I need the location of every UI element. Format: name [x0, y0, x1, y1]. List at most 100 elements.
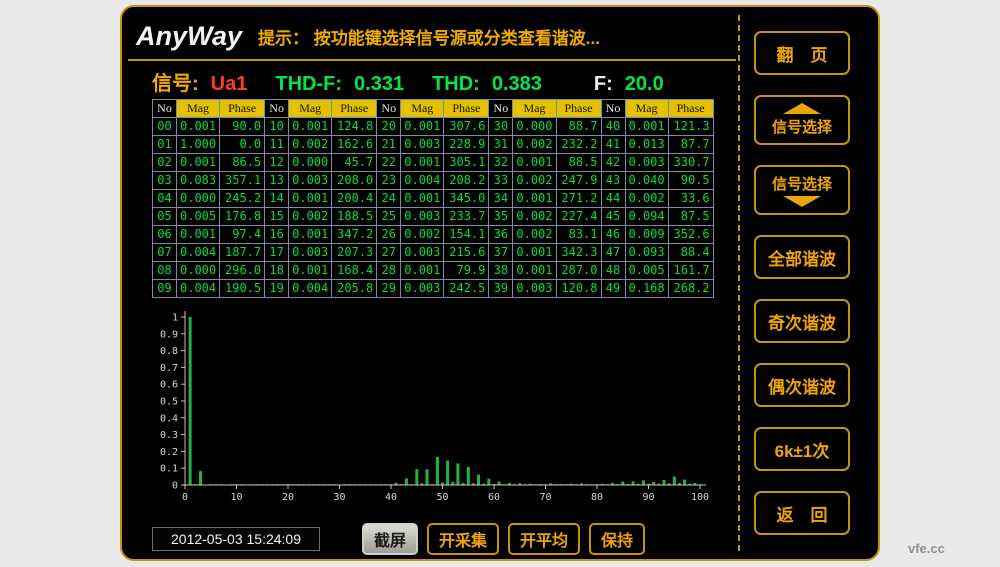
cell-phase: 187.7	[220, 244, 265, 262]
cell-no: 25	[377, 208, 401, 226]
cell-no: 01	[153, 136, 177, 154]
cell-no: 49	[601, 280, 625, 298]
cell-no: 31	[489, 136, 513, 154]
svg-text:0: 0	[182, 492, 188, 503]
cell-mag: 0.003	[401, 136, 444, 154]
svg-text:0.7: 0.7	[160, 363, 178, 374]
cell-no: 02	[153, 154, 177, 172]
svg-text:1: 1	[172, 313, 178, 324]
start-averaging-button[interactable]: 开平均	[508, 523, 580, 555]
cell-no: 41	[601, 136, 625, 154]
signal-select-up-label: 信号选择	[772, 116, 832, 137]
cell-no: 08	[153, 262, 177, 280]
brand-logo: AnyWay	[136, 21, 258, 52]
cell-phase: 88.4	[668, 244, 713, 262]
svg-text:20: 20	[282, 492, 294, 503]
cell-phase: 0.0	[220, 136, 265, 154]
thdf-value: 0.331	[354, 73, 404, 96]
svg-text:60: 60	[488, 492, 500, 503]
down-arrow-icon	[783, 196, 821, 207]
signal-name: Ua1	[211, 73, 248, 96]
screenshot-button[interactable]: 截屏	[362, 523, 418, 555]
cell-phase: 245.2	[220, 190, 265, 208]
cell-phase: 120.8	[556, 280, 601, 298]
timestamp: 2012-05-03 15:24:09	[152, 527, 320, 551]
cell-no: 36	[489, 226, 513, 244]
cell-no: 03	[153, 172, 177, 190]
svg-text:30: 30	[333, 492, 345, 503]
cell-phase: 307.6	[444, 118, 489, 136]
freq-label: F:	[594, 73, 613, 96]
cell-no: 10	[265, 118, 289, 136]
table-row: 070.004187.7170.003207.3270.003215.6370.…	[153, 244, 714, 262]
odd-harmonics-button[interactable]: 奇次谐波	[754, 299, 850, 343]
6k-plus-minus-1-button[interactable]: 6k±1次	[754, 427, 850, 471]
cell-no: 44	[601, 190, 625, 208]
cell-mag: 0.001	[401, 190, 444, 208]
watermark: vfe.cc	[908, 541, 945, 556]
table-row: 020.00186.5120.00045.7220.001305.1320.00…	[153, 154, 714, 172]
cell-mag: 0.001	[289, 226, 332, 244]
svg-text:80: 80	[591, 492, 603, 503]
svg-text:0.9: 0.9	[160, 329, 178, 340]
cell-mag: 0.002	[513, 172, 556, 190]
all-harmonics-button[interactable]: 全部谐波	[754, 235, 850, 279]
cell-phase: 121.3	[668, 118, 713, 136]
table-row: 011.0000.0110.002162.6210.003228.9310.00…	[153, 136, 714, 154]
cell-mag: 0.002	[289, 136, 332, 154]
return-button[interactable]: 返 回	[754, 491, 850, 535]
cell-mag: 0.004	[177, 244, 220, 262]
even-harmonics-button[interactable]: 偶次谐波	[754, 363, 850, 407]
col-header-phase: Phase	[556, 100, 601, 118]
signal-select-down-button[interactable]: 信号选择	[754, 165, 850, 215]
cell-phase: 88.5	[556, 154, 601, 172]
col-header-mag: Mag	[513, 100, 556, 118]
col-header-mag: Mag	[177, 100, 220, 118]
cell-mag: 0.001	[177, 118, 220, 136]
cell-phase: 357.1	[220, 172, 265, 190]
cell-mag: 0.040	[625, 172, 668, 190]
cell-mag: 0.000	[177, 190, 220, 208]
cell-mag: 0.003	[401, 208, 444, 226]
cell-no: 07	[153, 244, 177, 262]
page-flip-button[interactable]: 翻 页	[754, 31, 850, 75]
cell-mag: 0.001	[513, 190, 556, 208]
cell-no: 42	[601, 154, 625, 172]
cell-mag: 0.001	[289, 262, 332, 280]
col-header-no: No	[153, 100, 177, 118]
cell-phase: 345.0	[444, 190, 489, 208]
cell-mag: 0.003	[401, 280, 444, 298]
cell-mag: 0.004	[401, 172, 444, 190]
cell-no: 09	[153, 280, 177, 298]
cell-mag: 0.009	[625, 226, 668, 244]
hold-button[interactable]: 保持	[589, 523, 645, 555]
svg-text:0: 0	[172, 481, 178, 492]
cell-phase: 215.6	[444, 244, 489, 262]
cell-no: 22	[377, 154, 401, 172]
cell-no: 18	[265, 262, 289, 280]
col-header-no: No	[265, 100, 289, 118]
svg-text:0.1: 0.1	[160, 464, 178, 475]
signal-select-up-button[interactable]: 信号选择	[754, 95, 850, 145]
cell-phase: 161.7	[668, 262, 713, 280]
function-key-sidebar: 翻 页 信号选择 信号选择 全部谐波 奇次谐波 偶次谐波 6k±1次 返 回	[746, 7, 858, 559]
cell-no: 06	[153, 226, 177, 244]
cell-no: 33	[489, 172, 513, 190]
cell-phase: 200.4	[332, 190, 377, 208]
cell-no: 38	[489, 262, 513, 280]
signal-info-row: 信号: Ua1 THD-F: 0.331 THD: 0.383 F: 20.0	[152, 67, 664, 96]
col-header-no: No	[489, 100, 513, 118]
col-header-phase: Phase	[332, 100, 377, 118]
cell-mag: 0.001	[513, 262, 556, 280]
header-divider	[128, 59, 736, 61]
cell-mag: 0.003	[401, 244, 444, 262]
cell-phase: 305.1	[444, 154, 489, 172]
col-header-phase: Phase	[444, 100, 489, 118]
svg-text:0.5: 0.5	[160, 397, 178, 408]
start-acquisition-button[interactable]: 开采集	[427, 523, 499, 555]
table-row: 090.004190.5190.004205.8290.003242.5390.…	[153, 280, 714, 298]
signal-label: 信号:	[152, 67, 199, 96]
cell-no: 37	[489, 244, 513, 262]
svg-text:0.3: 0.3	[160, 430, 178, 441]
cell-no: 11	[265, 136, 289, 154]
